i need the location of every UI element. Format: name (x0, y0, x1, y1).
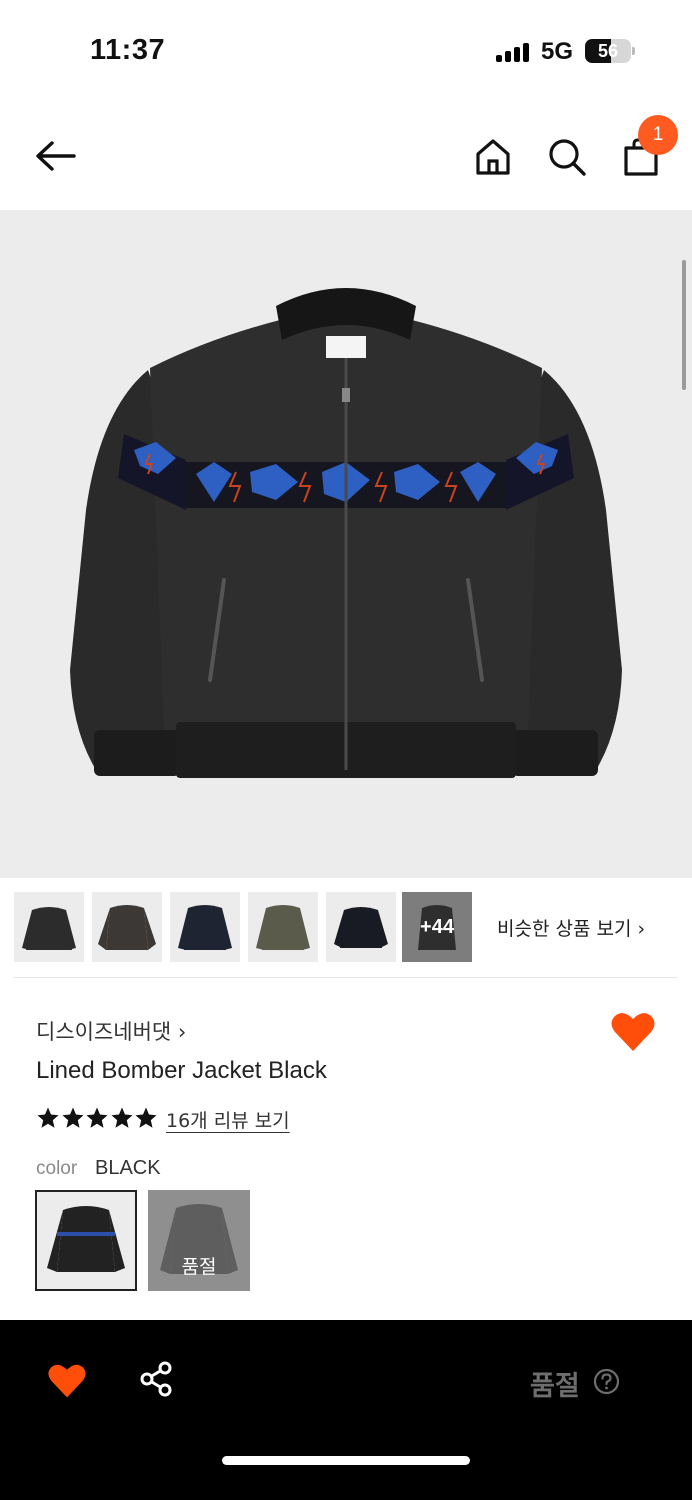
section-divider (14, 977, 678, 978)
back-arrow-icon (36, 141, 76, 171)
soldout-button[interactable]: 품절 (530, 1364, 580, 1403)
share-icon[interactable] (138, 1360, 176, 1398)
view-similar-products-link[interactable]: 비슷한 상품 보기 › (497, 914, 645, 941)
help-icon[interactable] (593, 1368, 620, 1395)
color-option-label: color (36, 1158, 78, 1179)
signal-strength-icon (496, 42, 532, 62)
search-icon (549, 139, 586, 176)
reviews-link[interactable]: 16개 리뷰 보기 (166, 1106, 290, 1133)
product-image[interactable] (0, 210, 692, 878)
home-icon (476, 139, 510, 175)
selected-color-value: BLACK (95, 1157, 161, 1179)
star-icon (111, 1107, 132, 1128)
jacket-thumb-image (98, 905, 156, 950)
similar-product-thumb[interactable] (14, 892, 84, 962)
cart-count-badge: 1 (638, 115, 678, 155)
brand-link[interactable]: 디스이즈네버댓 › (36, 1016, 186, 1046)
status-time: 11:37 (90, 34, 166, 66)
star-icon (62, 1107, 83, 1128)
network-type: 5G (541, 38, 574, 65)
similar-product-thumb[interactable] (326, 892, 396, 962)
battery-icon: 56 (585, 39, 631, 63)
search-button[interactable] (544, 134, 590, 180)
battery-nub (632, 47, 635, 55)
status-bar: 11:37 5G 56 (0, 0, 692, 100)
home-button[interactable] (470, 134, 516, 180)
jacket-thumb-image (334, 907, 388, 948)
bottom-action-bar: 품절 (0, 1320, 692, 1500)
product-name: Lined Bomber Jacket Black (36, 1057, 327, 1084)
home-indicator (222, 1456, 470, 1465)
star-icon (86, 1107, 108, 1128)
color-swatch-black[interactable] (35, 1190, 137, 1291)
image-scroll-indicator (682, 260, 686, 390)
more-similar-products-button[interactable]: +44 (402, 892, 472, 962)
top-nav-bar (0, 100, 692, 210)
similar-product-thumb[interactable] (170, 892, 240, 962)
star-icon (135, 1107, 157, 1128)
similar-product-thumb[interactable] (92, 892, 162, 962)
jacket-thumb-image (22, 907, 76, 950)
soldout-swatch-label: 품절 (181, 1256, 217, 1278)
heart-icon[interactable] (47, 1362, 87, 1400)
bomber-jacket-image (70, 288, 622, 778)
jacket-thumb-image (178, 905, 232, 950)
color-swatch-soldout[interactable]: 품절 (148, 1190, 250, 1291)
battery-percent: 56 (597, 41, 619, 61)
jacket-thumb-image (256, 905, 310, 950)
jacket-swatch-image (47, 1206, 125, 1272)
similar-product-thumb[interactable] (248, 892, 318, 962)
star-icon (37, 1107, 59, 1128)
more-count-label: +44 (420, 916, 454, 938)
heart-icon[interactable] (610, 1010, 656, 1054)
back-button[interactable] (30, 136, 82, 176)
